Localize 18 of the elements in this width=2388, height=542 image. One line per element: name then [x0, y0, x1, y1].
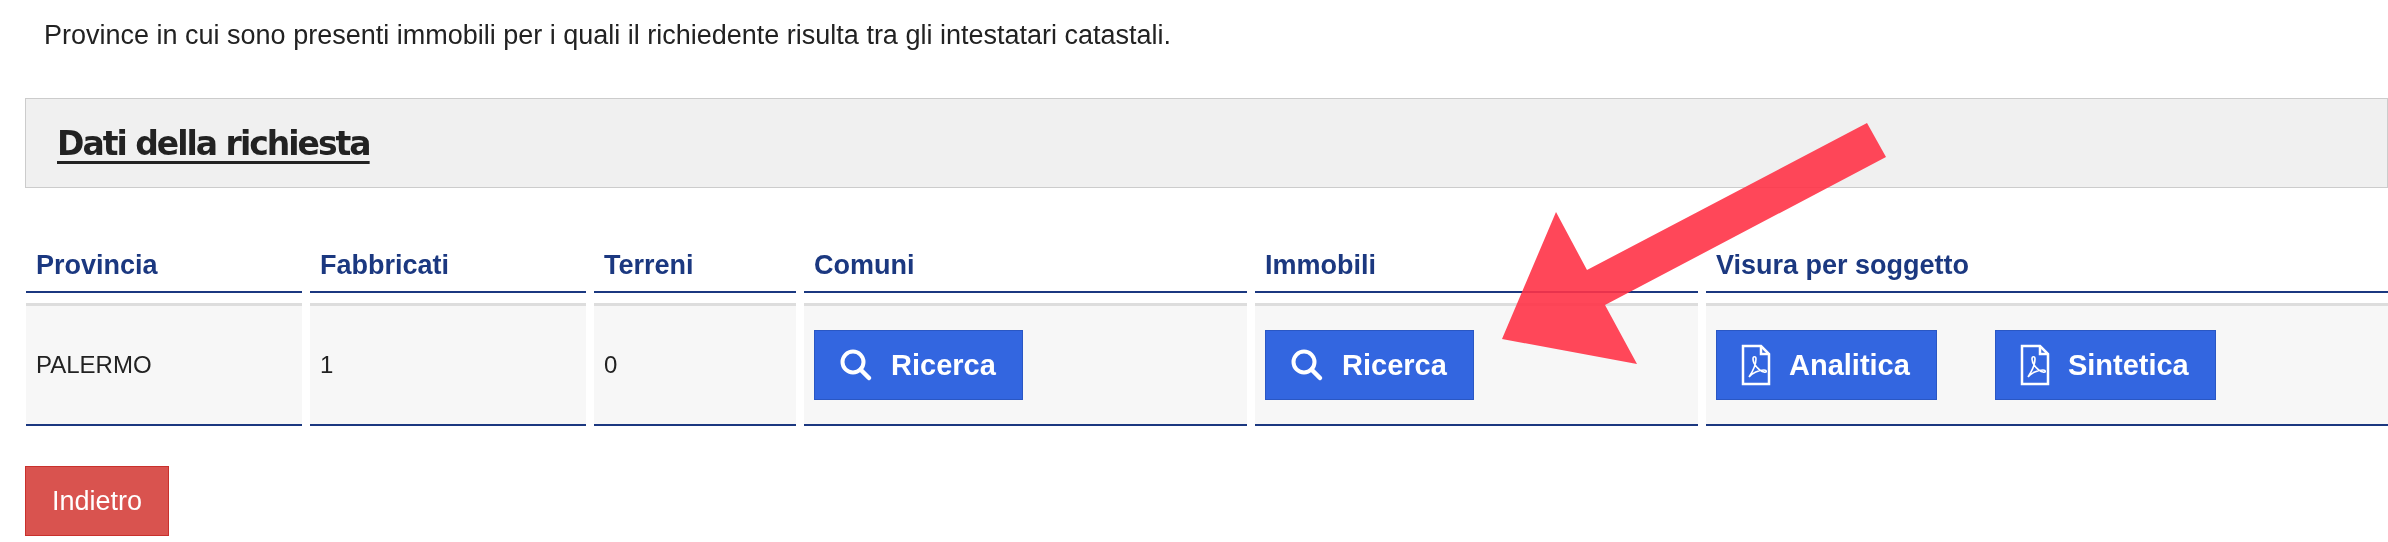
search-icon [839, 348, 873, 382]
pdf-button[interactable]: Analitica [1716, 330, 1937, 400]
section-title: Dati della richiesta [57, 123, 370, 163]
column-header: Fabbricati [310, 238, 586, 293]
table-cell: PALERMO [26, 303, 302, 426]
search-button[interactable]: Ricerca [1265, 330, 1474, 400]
column-header: Terreni [594, 238, 796, 293]
column-header: Provincia [26, 238, 302, 293]
pdf-file-icon [2019, 344, 2050, 386]
column-header: Comuni [804, 238, 1247, 293]
pdf-button[interactable]: Sintetica [1994, 330, 2216, 400]
table-cell: 1 [310, 303, 586, 426]
search-icon [1290, 348, 1324, 382]
search-button[interactable]: Ricerca [814, 330, 1023, 400]
intro-text: Province in cui sono presenti immobili per i quali il richiedente risulta tra gli intestatari catastali. [43, 19, 1172, 51]
pdf-file-icon [1741, 344, 1771, 386]
back-button[interactable]: Indietro [25, 466, 170, 536]
table-cell: 0 [594, 303, 796, 426]
